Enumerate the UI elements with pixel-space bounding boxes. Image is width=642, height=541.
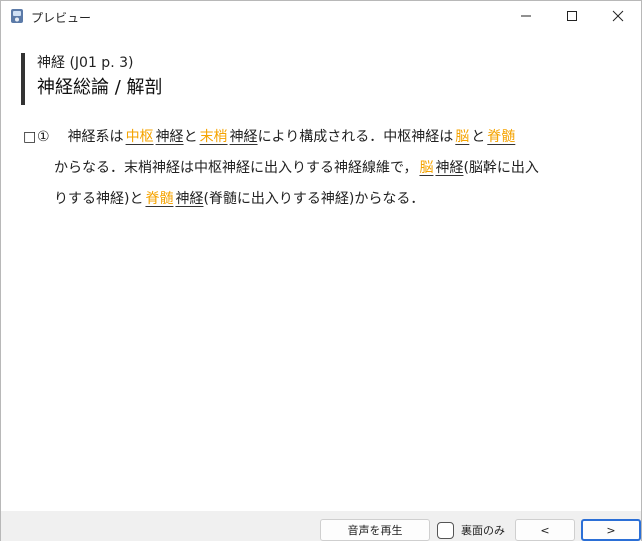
back-only-toggle[interactable]: 裏面のみ — [437, 519, 505, 541]
item-checkbox[interactable]: □ — [23, 122, 37, 153]
text: りする神経)と — [54, 191, 144, 207]
previous-button[interactable]: < — [515, 519, 575, 541]
item-number: ① — [37, 129, 50, 145]
close-icon — [612, 10, 624, 22]
blank-answer[interactable]: 脊髄 — [143, 191, 175, 207]
blank-answer[interactable]: 脳 — [417, 160, 435, 176]
text-underlined: 神経 — [155, 129, 184, 145]
text-underlined: 神経 — [229, 129, 258, 145]
back-only-label: 裏面のみ — [461, 524, 505, 537]
text: と — [183, 129, 198, 145]
text: 神経系は — [67, 129, 124, 145]
content-line-2: からなる．末梢神経は中枢神経に出入りする神経線維で，脳神経(脳幹に出入 — [23, 153, 627, 184]
text: と — [471, 129, 486, 145]
minimize-button[interactable] — [503, 1, 549, 31]
text: からなる．末梢神経は中枢神経に出入りする神経線維で， — [54, 160, 418, 176]
window-title: プレビュー — [31, 11, 92, 25]
content-line-1: □① 神経系は 中枢 神経と 末梢 神経により構成される．中枢神経は脳と脊髄 — [23, 122, 627, 153]
text: (脳幹に出入 — [463, 160, 539, 176]
title-bar: プレビュー — [1, 1, 641, 31]
blank-answer[interactable]: 脊髄 — [485, 129, 517, 145]
text-underlined: 神経 — [175, 191, 204, 207]
blank-answer[interactable]: 末梢 — [198, 129, 230, 145]
content-line-3: りする神経)と 脊髄 神経(脊髄に出入りする神経)からなる． — [23, 184, 627, 215]
preview-window: プレビュー 神経 (J01 p. 3) 神経総論 / 解剖 □① 神経系は 中枢 神経… — [0, 0, 642, 541]
blank-answer[interactable]: 中枢 — [124, 129, 156, 145]
maximize-icon — [567, 11, 577, 21]
minimize-icon — [521, 15, 531, 17]
next-button[interactable]: > — [581, 519, 641, 541]
text-underlined: 神経 — [435, 160, 464, 176]
text: により構成される．中枢神経は — [257, 129, 454, 145]
back-only-checkbox[interactable] — [437, 521, 454, 539]
blank-answer[interactable]: 脳 — [453, 129, 471, 145]
heading-subtitle: 神経 (J01 p. 3) — [37, 55, 134, 71]
card-heading: 神経 (J01 p. 3) 神経総論 / 解剖 — [21, 53, 163, 105]
text: (脊髄に出入りする神経)からなる． — [203, 191, 425, 207]
app-icon — [9, 8, 25, 24]
play-audio-button[interactable]: 音声を再生 — [320, 519, 430, 541]
maximize-button[interactable] — [549, 1, 595, 31]
card-content: □① 神経系は 中枢 神経と 末梢 神経により構成される．中枢神経は脳と脊髄 からなる．末… — [23, 122, 627, 215]
bottom-toolbar: 音声を再生 裏面のみ < > — [1, 511, 641, 541]
close-button[interactable] — [595, 1, 641, 31]
heading-title: 神経総論 / 解剖 — [37, 77, 163, 98]
